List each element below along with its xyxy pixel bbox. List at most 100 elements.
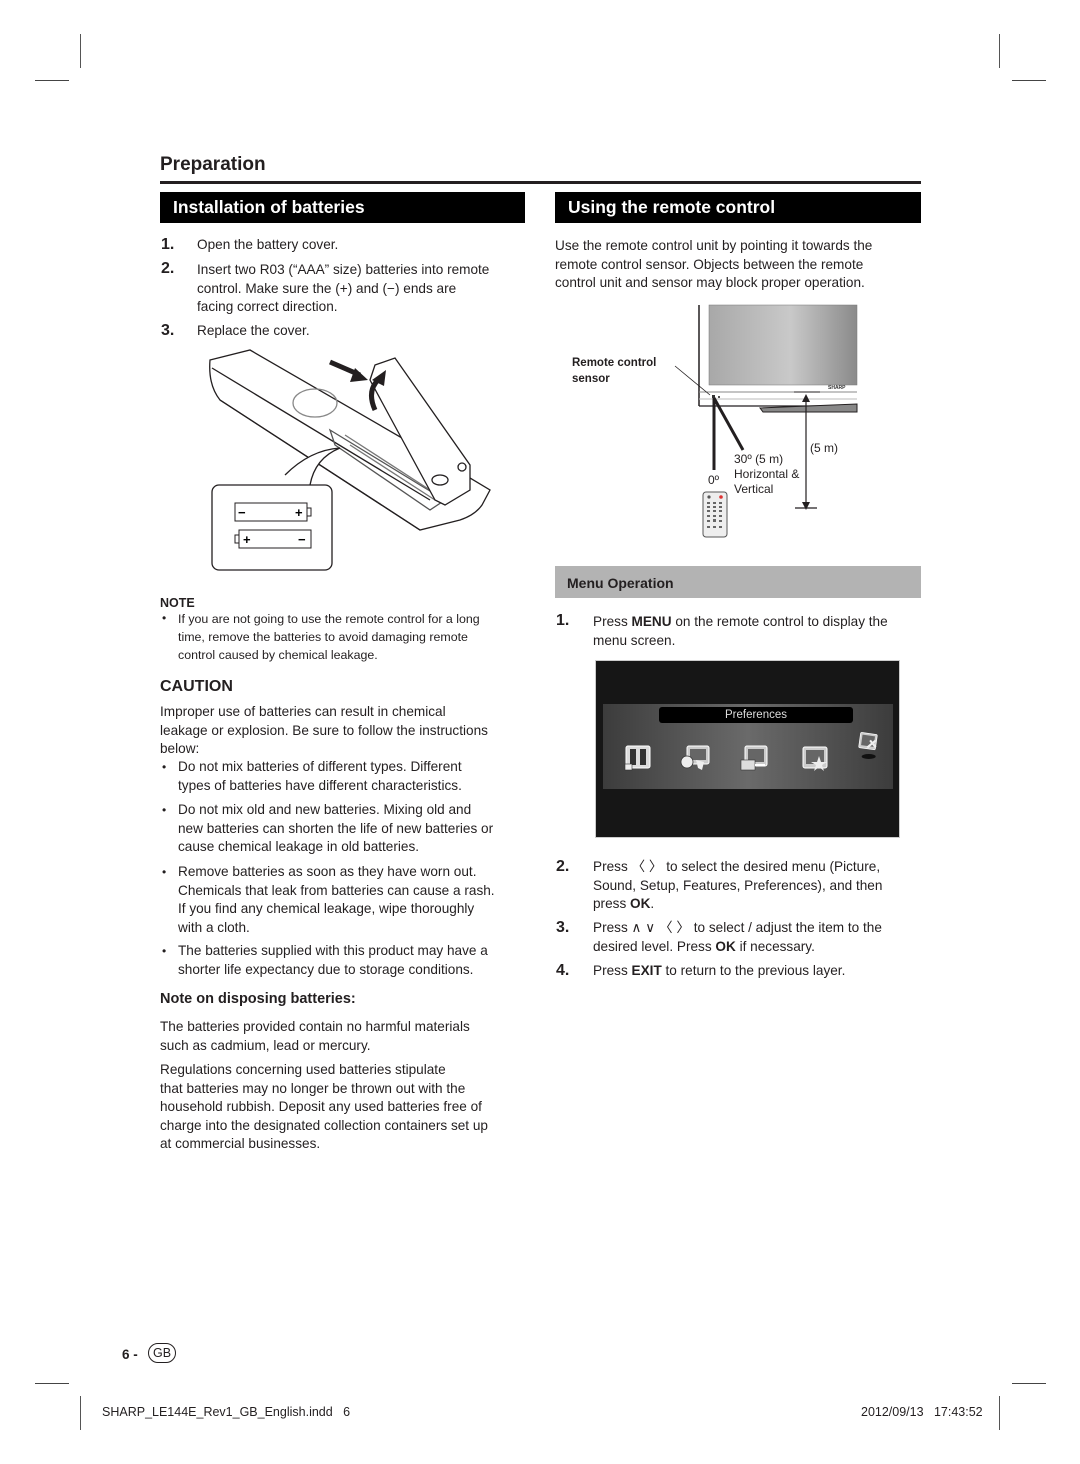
text: to select / adjust the item to the (689, 920, 882, 935)
sound-menu-icon (680, 745, 710, 770)
bullet: • (162, 865, 167, 879)
caution-intro: Improper use of batteries can result in … (160, 703, 488, 759)
disposal-heading: Note on disposing batteries: (160, 991, 356, 1007)
caution-bullet: Remove batteries as soon as they have wo… (178, 863, 495, 937)
crop-mark (999, 1396, 1000, 1430)
note-line: control caused by chemical leakage. (178, 648, 378, 662)
crop-mark (1012, 1383, 1046, 1384)
caution-line: with a cloth. (178, 919, 250, 935)
step-line: Insert two R03 (“AAA” size) batteries in… (197, 262, 490, 277)
battery-minus: − (298, 532, 306, 547)
disposal-line: that batteries may no longer be thrown o… (160, 1080, 466, 1096)
step-text: Press MENU on the remote control to disp… (593, 613, 888, 650)
menu-band: Preferences (603, 704, 893, 789)
caution-heading: CAUTION (160, 678, 233, 695)
remote-heading: Using the remote control (555, 192, 921, 223)
caution-line: Chemicals that leak from batteries can c… (178, 882, 495, 898)
battery-plus: + (243, 532, 251, 547)
caution-line: cause chemical leakage in old batteries. (178, 839, 420, 855)
disposal-paragraph: The batteries provided contain no harmfu… (160, 1018, 470, 1055)
page-number: 6 - (122, 1347, 138, 1362)
menu-operation-heading: Menu Operation (555, 566, 921, 598)
section-title: Preparation (160, 154, 266, 175)
crop-mark (80, 34, 81, 68)
battery-callout (211, 484, 333, 571)
battery-minus: − (238, 505, 246, 520)
setup-menu-icon (740, 745, 768, 771)
sensor-dot (712, 395, 715, 398)
tv-stand (759, 403, 858, 413)
tv-screen (708, 304, 858, 386)
text: Sound, Setup, Features, Preferences), an… (593, 877, 883, 893)
sensor-pointer-line (674, 365, 711, 396)
remote-intro-line: control unit and sensor may block proper… (555, 275, 865, 291)
angle-label: Vertical (734, 482, 773, 496)
angle-label: 30º (5 m) (734, 452, 783, 466)
key-label: EXIT (631, 963, 662, 978)
text: desired level. Press (593, 938, 716, 954)
text: if necessary. (735, 938, 815, 954)
remote-control-icon (702, 491, 728, 538)
crop-mark (80, 1396, 81, 1430)
caution-line: Improper use of batteries can result in … (160, 704, 446, 719)
key-label: OK (630, 896, 651, 912)
step-number: 4. (556, 962, 570, 979)
crop-mark (999, 34, 1000, 68)
disposal-line: such as cadmium, lead or mercury. (160, 1037, 371, 1053)
crop-mark (1012, 80, 1046, 81)
text: Press (593, 920, 632, 935)
caution-line: Do not mix old and new batteries. Mixing… (178, 802, 472, 817)
text: on the remote control to display the (671, 614, 888, 629)
caution-line: Do not mix batteries of different types.… (178, 759, 462, 774)
disposal-line: household rubbish. Deposit any used batt… (160, 1099, 482, 1115)
remote-intro: Use the remote control unit by pointing … (555, 237, 872, 293)
step-text: Insert two R03 (“AAA” size) batteries in… (197, 261, 489, 317)
caution-line: below: (160, 741, 200, 757)
step-number: 3. (556, 919, 570, 936)
caution-line: types of batteries have different charac… (178, 777, 462, 793)
step-text: Replace the cover. (197, 323, 310, 338)
key-label: MENU (631, 614, 672, 629)
caution-bullet: The batteries supplied with this product… (178, 942, 488, 979)
remote-intro-line: remote control sensor. Objects between t… (555, 256, 864, 272)
preferences-menu-icon (858, 732, 878, 759)
step-text: Press ∧ ∨ 〈 〉 to select / adjust the ite… (593, 919, 882, 956)
footer-date-time: 2012/09/13 17:43:52 (861, 1405, 983, 1419)
footer-file-name: SHARP_LE144E_Rev1_GB_English.indd 6 (102, 1405, 351, 1419)
text: Press (593, 614, 632, 629)
note-line: time, remove the batteries to avoid dama… (178, 630, 468, 644)
caution-line: leakage or explosion. Be sure to follow … (160, 722, 488, 738)
caution-bullet: Do not mix old and new batteries. Mixing… (178, 801, 493, 857)
step-text: Open the battery cover. (197, 237, 339, 252)
crop-mark (35, 1383, 69, 1384)
battery-installation-illustration: − + + − (209, 349, 491, 571)
step-text: Press EXIT to return to the previous lay… (593, 962, 845, 981)
remote-intro-line: Use the remote control unit by pointing … (555, 238, 873, 253)
disposal-line: Regulations concerning used batteries st… (160, 1062, 446, 1077)
bullet: • (162, 803, 167, 817)
caution-line: shorter life expectancy due to storage c… (178, 961, 474, 977)
caution-line: If you find any chemical leakage, wipe t… (178, 901, 475, 917)
step-number: 2. (556, 858, 570, 875)
caution-line: new batteries can shorten the life of ne… (178, 820, 494, 836)
battery-plus: + (295, 505, 303, 520)
sensor-label: sensor (572, 373, 610, 385)
text: to select the desired menu (Picture, (662, 859, 881, 874)
tv-brand-logo: SHARP (828, 385, 846, 391)
note-line: If you are not going to use the remote c… (178, 612, 480, 626)
remote-button-outline (292, 388, 338, 418)
step-number: 1. (161, 236, 175, 253)
left-right-arrow-icons: 〈 〉 (631, 859, 663, 874)
note-text: If you are not going to use the remote c… (178, 610, 480, 664)
sensor-label: Remote control (572, 357, 656, 369)
callout-tail (284, 447, 341, 486)
installation-heading: Installation of batteries (160, 192, 525, 223)
disposal-line: at commercial businesses. (160, 1136, 321, 1152)
remote-sensor-diagram: SHARP Remote control sensor (5 m) 30º (5… (572, 304, 858, 538)
crop-mark (35, 80, 69, 81)
step-text: Press 〈 〉 to select the desired menu (Pi… (593, 858, 882, 914)
bullet: • (162, 760, 167, 774)
step-line: facing correct direction. (197, 299, 338, 315)
angle-label: Horizontal & (734, 467, 799, 481)
text: Press (593, 963, 632, 978)
